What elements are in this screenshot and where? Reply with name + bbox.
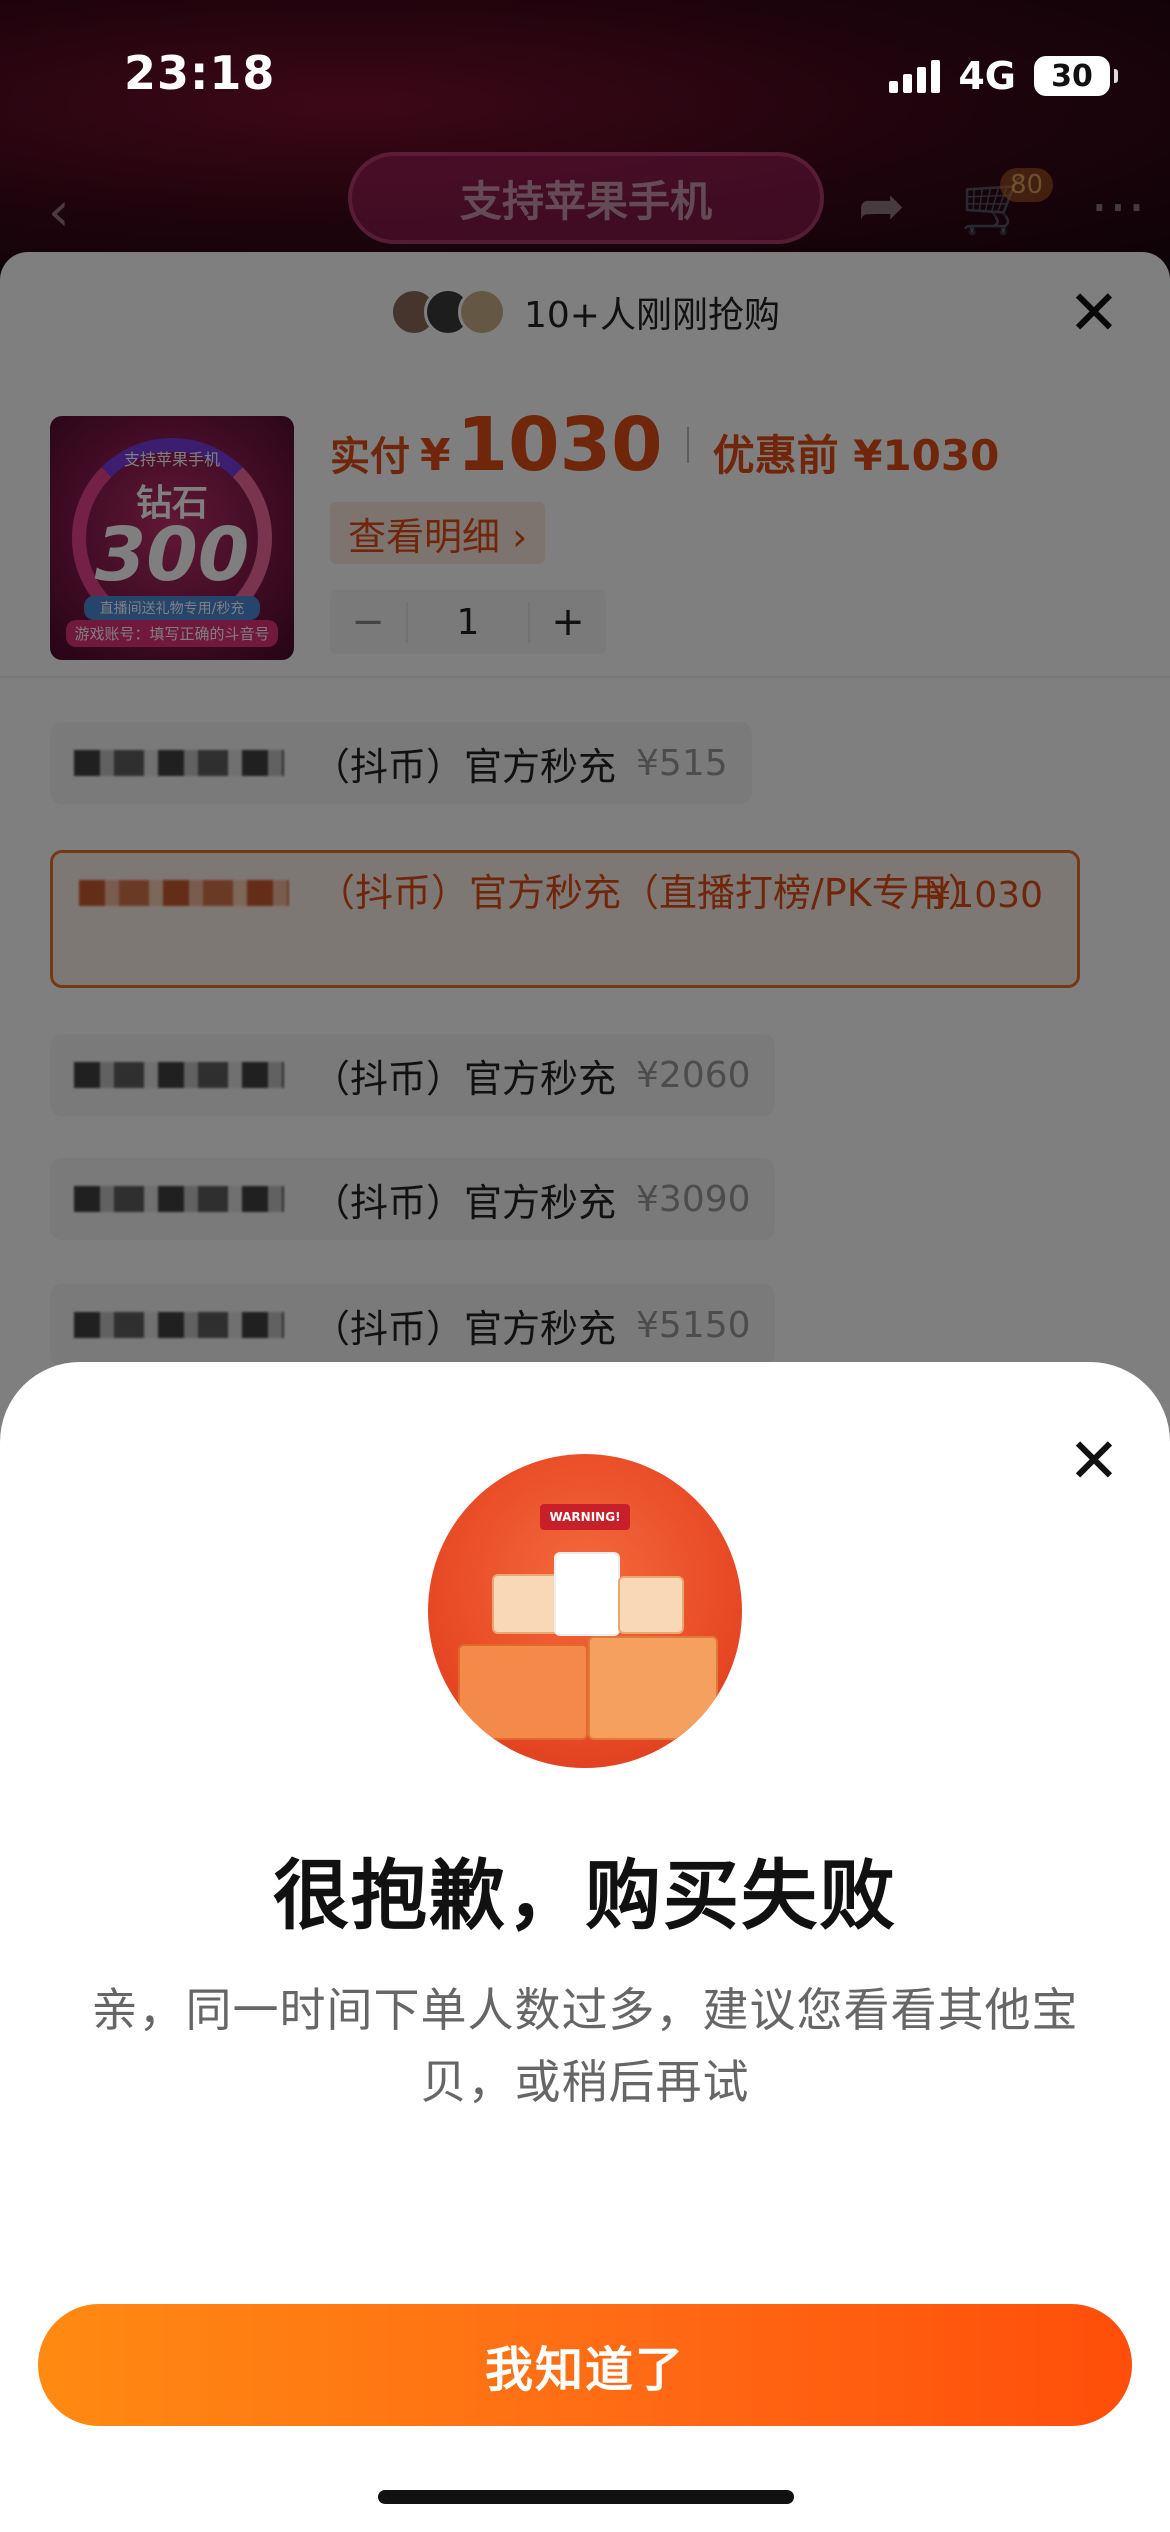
battery-icon: 30: [1034, 56, 1118, 96]
status-bar: 23:18 4G 30: [0, 0, 1170, 150]
box-shape: [554, 1552, 620, 1636]
box-shape: [588, 1636, 718, 1740]
dialog-message: 亲，同一时间下单人数过多，建议您看看其他宝贝，或稍后再试: [91, 1983, 1079, 2109]
battery-level: 30: [1051, 58, 1093, 94]
home-indicator[interactable]: [378, 2490, 794, 2504]
dialog-title: 很抱歉，购买失败: [273, 1851, 897, 1940]
status-indicators: 4G 30: [889, 54, 1118, 98]
dialog-close-icon[interactable]: ✕: [1068, 1424, 1120, 1497]
box-shape: [618, 1576, 684, 1634]
box-shape: [458, 1644, 588, 1740]
status-time: 23:18: [124, 46, 276, 100]
got-it-button[interactable]: 我知道了: [38, 2304, 1132, 2426]
warning-illustration: WARNING!: [428, 1454, 742, 1768]
signal-icon: [889, 59, 941, 93]
warning-sign: WARNING!: [540, 1504, 630, 1530]
purchase-failed-dialog: ✕ WARNING! 很抱歉，购买失败 亲，同一时间下单人数过多，建议您看看其他…: [0, 1362, 1170, 2532]
network-type: 4G: [958, 54, 1016, 98]
box-shape: [492, 1574, 562, 1634]
